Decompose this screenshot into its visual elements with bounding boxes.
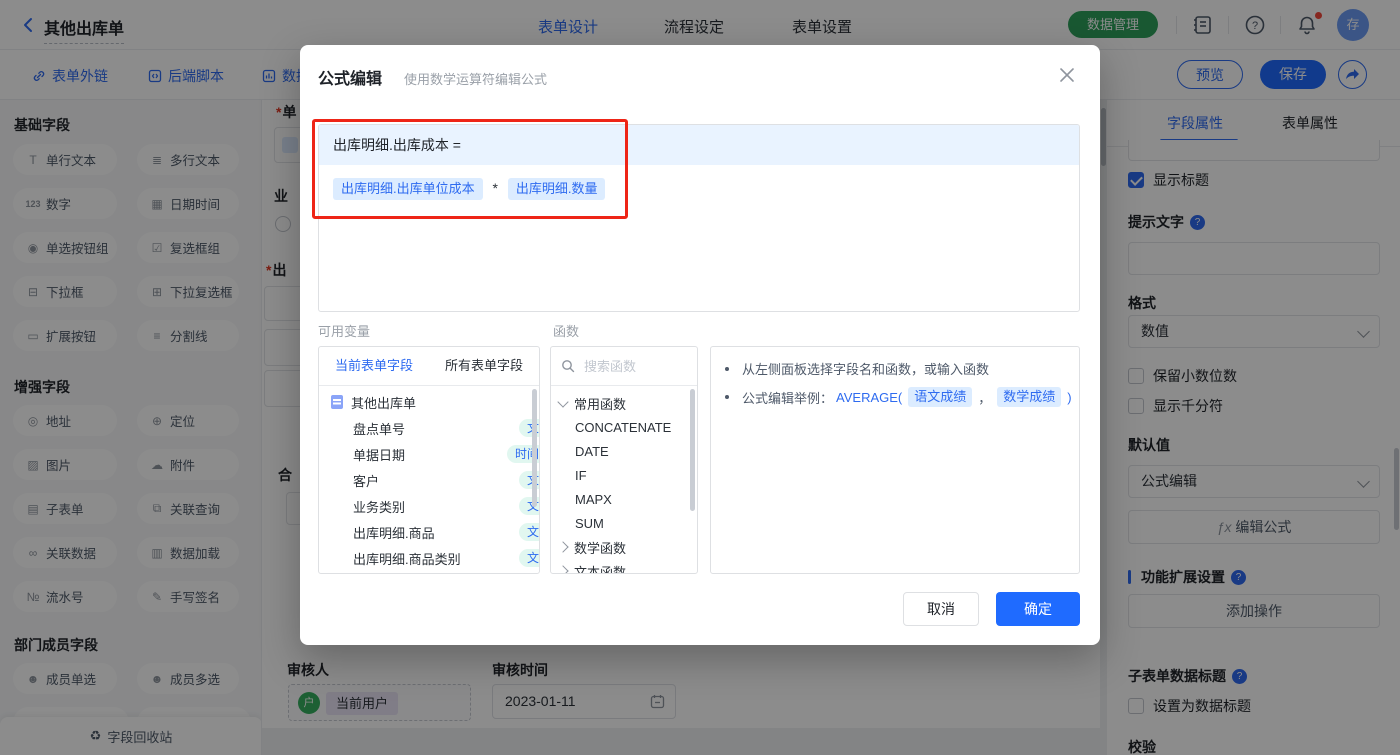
function-item[interactable]: CONCATENATE [575, 415, 671, 439]
tip-example-prefix: 公式编辑举例： [742, 390, 834, 406]
variable-name: 出库明细.商品 [353, 525, 435, 541]
function-item[interactable]: SUM [575, 511, 604, 535]
formula-target-row: 出库明细.出库成本 = [319, 125, 1079, 165]
modal-subtitle: 使用数学运算符编辑公式 [404, 72, 548, 87]
function-group-common[interactable]: 常用函数 [551, 391, 626, 415]
function-item[interactable]: IF [575, 463, 587, 487]
function-name: CONCATENATE [575, 419, 672, 435]
variable-tree-root[interactable]: 其他出库单 [319, 389, 539, 415]
variables-tabs: 当前表单字段 所有表单字段 [319, 347, 539, 386]
search-icon [561, 359, 575, 373]
function-group-label: 文本函数 [574, 564, 627, 574]
bullet-icon [725, 395, 729, 399]
variable-name: 业务类别 [353, 499, 406, 515]
tab-all-form-fields[interactable]: 所有表单字段 [429, 347, 539, 385]
variables-scrollbar[interactable] [532, 389, 537, 507]
formula-operator: * [492, 180, 498, 196]
modal-title: 公式编辑 [318, 71, 383, 88]
variable-row[interactable]: 单据日期时间戳 [319, 441, 539, 467]
variables-section-label: 可用变量 [318, 324, 371, 339]
function-item[interactable]: MAPX [575, 487, 612, 511]
tip-example-line: 公式编辑举例： AVERAGE( 语文成绩 ， 数学成绩 ) [725, 387, 1072, 407]
confirm-button[interactable]: 确定 [996, 592, 1080, 626]
formula-editor[interactable]: 出库明细.出库成本 = 出库明细.出库单位成本 * 出库明细.数量 [318, 124, 1080, 312]
tip-example-close-paren: ) [1067, 389, 1072, 405]
tip-example-arg-chip: 数学成绩 [997, 387, 1062, 407]
variable-type-badge: 文本 [518, 549, 539, 567]
formula-target: 出库明细.出库成本 = [333, 137, 461, 153]
variables-panel: 当前表单字段 所有表单字段 其他出库单 盘点单号文本 单据日期时间戳 客户文本 … [318, 346, 540, 574]
variable-row[interactable]: 客户文本 [319, 467, 539, 493]
bullet-icon [725, 366, 729, 371]
variable-row[interactable]: 盘点单号文本 [319, 415, 539, 441]
variable-name: 客户 [353, 473, 380, 489]
function-search-input[interactable] [582, 357, 681, 375]
variable-row[interactable]: 出库明细.商品类别 文本 [319, 545, 539, 571]
formula-expression-row: 出库明细.出库单位成本 * 出库明细.数量 [319, 165, 1079, 213]
variable-row[interactable]: 业务类别文本 [319, 493, 539, 519]
chevron-down-icon [557, 395, 569, 408]
function-name: MAPX [575, 491, 612, 507]
form-doc-icon [331, 395, 343, 409]
variable-name: 单据日期 [353, 447, 406, 463]
tip-example-function: AVERAGE( [836, 389, 903, 405]
formula-operand-chip[interactable]: 出库明细.出库单位成本 [333, 178, 483, 200]
formula-edit-modal: 公式编辑 使用数学运算符编辑公式 出库明细.出库成本 = 出库明细.出库单位成本… [300, 45, 1100, 645]
function-name: DATE [575, 443, 609, 459]
tab-current-form-fields[interactable]: 当前表单字段 [319, 347, 429, 385]
chevron-right-icon [557, 541, 569, 553]
cancel-button[interactable]: 取消 [903, 592, 979, 626]
variable-type-badge: 文本 [518, 523, 539, 541]
function-group-label: 常用函数 [574, 396, 627, 412]
variable-row[interactable]: 出库明细.商品 文本 [319, 519, 539, 545]
function-group-math[interactable]: 数学函数 [551, 535, 626, 559]
functions-scrollbar[interactable] [690, 389, 695, 511]
tip-line: 从左侧面板选择字段名和函数，或输入函数 [725, 359, 989, 378]
variable-root-name: 其他出库单 [351, 395, 417, 411]
function-group-label: 数学函数 [574, 540, 627, 556]
function-name: IF [575, 467, 587, 483]
function-search-row [551, 347, 697, 386]
tip-text: 从左侧面板选择字段名和函数，或输入函数 [742, 362, 990, 377]
tip-example-comma: ， [978, 390, 992, 406]
variable-name: 盘点单号 [353, 421, 406, 437]
formula-operand-chip[interactable]: 出库明细.数量 [507, 178, 606, 200]
close-icon[interactable] [1057, 65, 1077, 85]
app-root: 其他出库单 表单设计 流程设定 表单设置 数据管理 ? 存 表单外链 后端脚本 [0, 0, 1400, 755]
functions-panel: 常用函数 CONCATENATE DATE IF MAPX SUM 数学函数 文… [550, 346, 698, 574]
functions-section-label: 函数 [553, 324, 580, 339]
function-group-text[interactable]: 文本函数 [551, 559, 627, 574]
formula-tips-panel: 从左侧面板选择字段名和函数，或输入函数 公式编辑举例： AVERAGE( 语文成… [710, 346, 1080, 574]
variable-name: 出库明细.商品类别 [353, 551, 461, 567]
chevron-right-icon [557, 565, 569, 573]
tip-example-arg-chip: 语文成绩 [908, 387, 973, 407]
function-item[interactable]: DATE [575, 439, 609, 463]
function-name: SUM [575, 515, 604, 531]
